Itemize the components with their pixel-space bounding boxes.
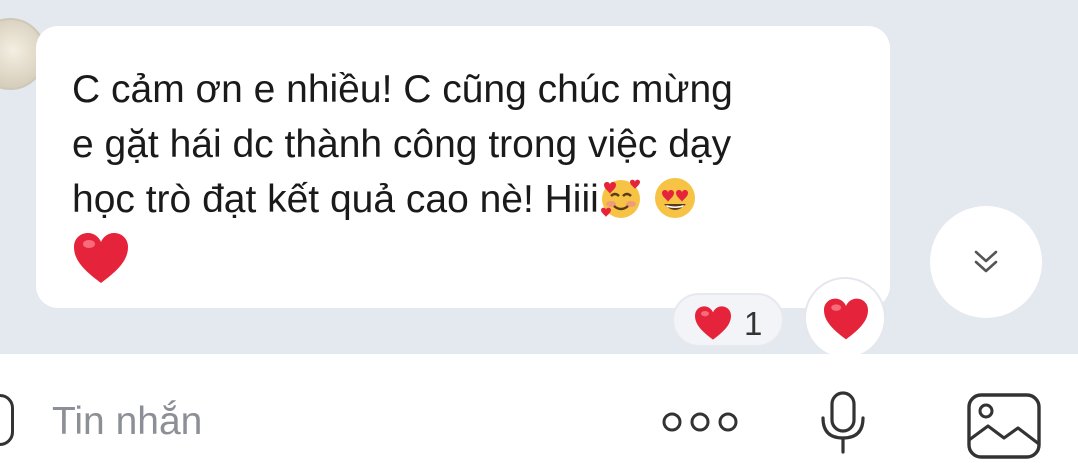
- red-heart-icon: [824, 298, 868, 340]
- scroll-to-bottom-button[interactable]: [930, 206, 1042, 318]
- message-input[interactable]: Tin nhắn: [52, 400, 202, 444]
- message-composer: Tin nhắn: [0, 354, 1078, 468]
- message-text: C cảm ơn e nhiều! C cũng chúc mừng e gặt…: [72, 62, 872, 285]
- chat-area: C cảm ơn e nhiều! C cũng chúc mừng e gặt…: [0, 0, 1078, 359]
- smiling-face-with-hearts-icon: [600, 179, 640, 218]
- sticker-icon[interactable]: [0, 394, 14, 446]
- red-heart-icon: [74, 233, 128, 283]
- heart-eyes-icon: [654, 178, 695, 218]
- reaction-count: 1: [744, 305, 763, 342]
- message-line-3: học trò đạt kết quả cao nè! Hiii: [72, 178, 599, 221]
- reaction-summary[interactable]: 1: [672, 293, 784, 347]
- more-options-icon[interactable]: [660, 410, 740, 434]
- message-line-2: e gặt hái dc thành công trong việc dạy: [72, 123, 732, 166]
- image-icon[interactable]: [966, 392, 1042, 460]
- message-line-1: C cảm ơn e nhiều! C cũng chúc mừng: [72, 68, 733, 111]
- message-bubble[interactable]: C cảm ơn e nhiều! C cũng chúc mừng e gặt…: [36, 26, 890, 308]
- react-button[interactable]: [804, 277, 886, 359]
- microphone-icon[interactable]: [818, 390, 868, 456]
- double-chevron-down-icon: [974, 250, 998, 273]
- red-heart-icon: [695, 306, 731, 340]
